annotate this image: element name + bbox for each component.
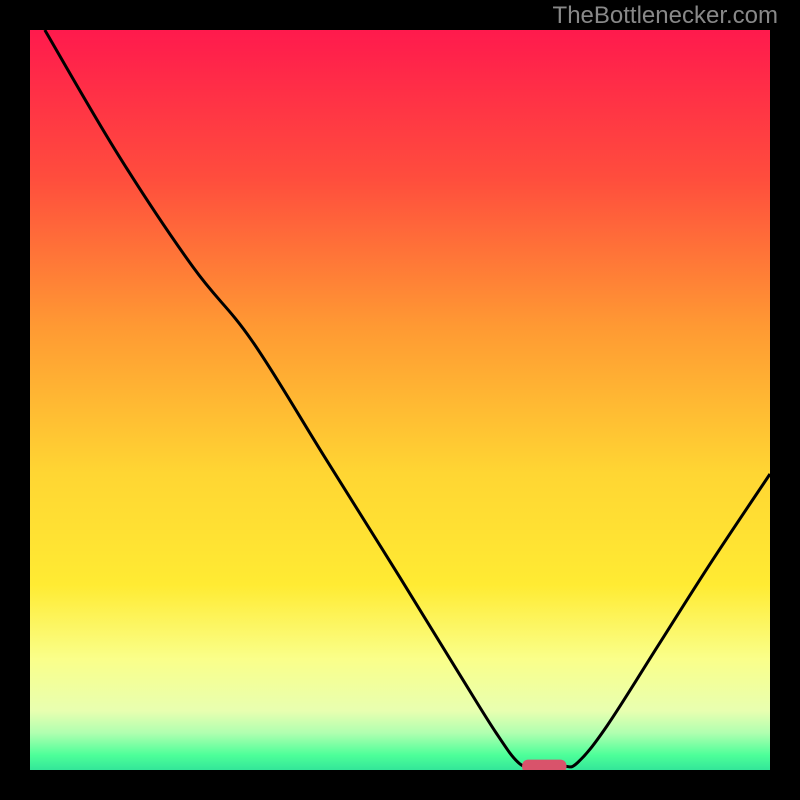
chart-container: TheBottlenecker.com (0, 0, 800, 800)
optimal-marker (522, 760, 566, 770)
plot-area (30, 30, 770, 770)
chart-svg (30, 30, 770, 770)
gradient-background (30, 30, 770, 770)
watermark-text: TheBottlenecker.com (553, 2, 778, 30)
